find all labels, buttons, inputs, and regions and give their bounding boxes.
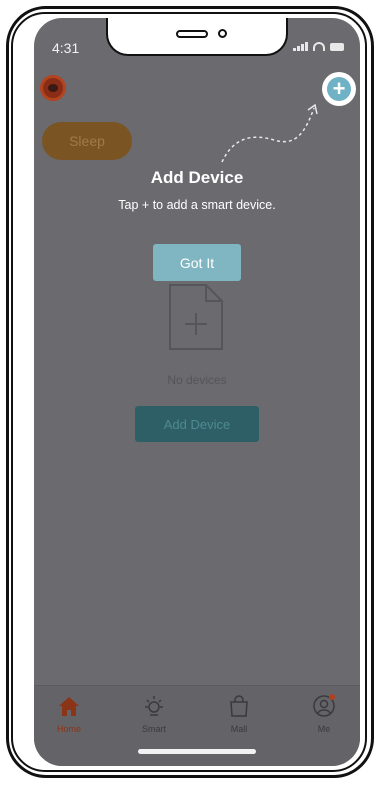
coach-title: Add Device: [150, 168, 244, 187]
coach-subtitle: Tap + to add a smart device.: [118, 198, 276, 212]
empty-document-icon: [169, 284, 223, 350]
tab-label-me: Me: [317, 724, 331, 734]
status-icons: [293, 42, 344, 51]
add-device-button[interactable]: Add Device: [135, 406, 259, 442]
tab-label-mall: Mall: [230, 724, 248, 734]
home-indicator[interactable]: [138, 749, 256, 754]
profile-icon: [313, 694, 335, 717]
tab-me[interactable]: Me: [294, 694, 354, 734]
tab-label-smart: Smart: [141, 724, 166, 734]
bag-icon: [230, 695, 248, 717]
home-logo-icon[interactable]: [40, 75, 66, 101]
dashed-arrow-icon: [221, 103, 318, 163]
plus-icon: +: [327, 77, 351, 101]
app-screen: 4:31 Sleep No devices Add Device + Add D…: [34, 18, 360, 766]
speaker-icon: [176, 30, 208, 38]
sun-icon: [145, 696, 163, 716]
wifi-icon: [313, 42, 325, 51]
got-it-button[interactable]: Got It: [153, 244, 241, 281]
tab-mall[interactable]: Mall: [209, 694, 269, 734]
camera-icon: [218, 29, 227, 38]
status-time: 4:31: [52, 40, 80, 56]
tab-smart[interactable]: Smart: [124, 694, 184, 734]
signal-icon: [293, 42, 308, 51]
tab-label-home: Home: [56, 724, 81, 734]
notch: [106, 18, 288, 56]
sleep-scene-chip[interactable]: Sleep: [42, 122, 132, 160]
home-icon: [59, 697, 79, 716]
tab-home[interactable]: Home: [39, 694, 99, 734]
empty-state-label: No devices: [167, 373, 227, 387]
battery-icon: [330, 43, 344, 51]
add-device-plus-button[interactable]: +: [322, 72, 356, 106]
